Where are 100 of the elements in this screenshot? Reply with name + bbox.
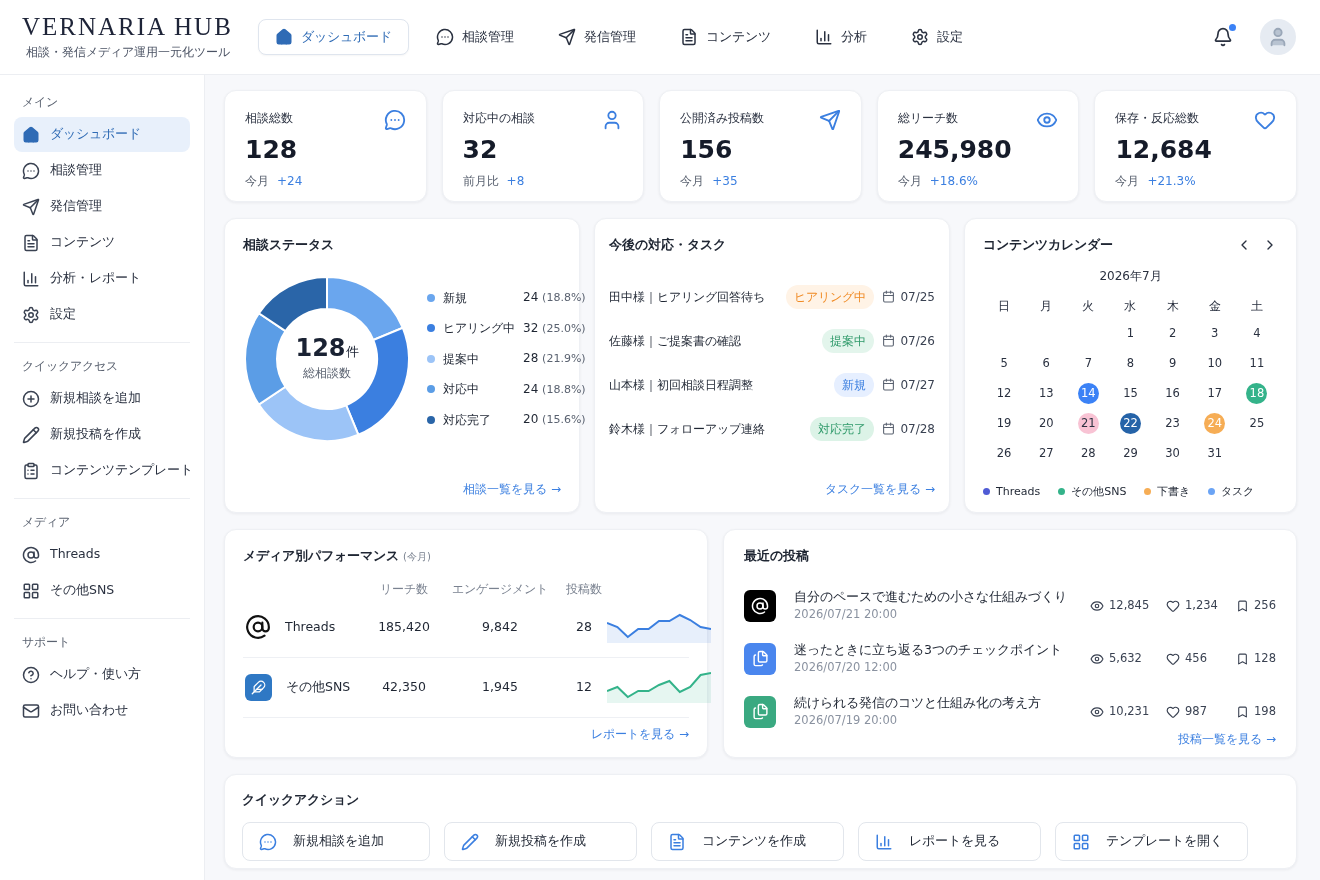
save-count: 198 [1254,702,1276,720]
view-all-link[interactable]: タスク一覧を見る → [825,480,935,498]
table-cell: 185,420 [378,618,430,634]
calendar-day[interactable]: 21 [1077,413,1099,434]
view-all-link[interactable]: レポートを見る → [591,725,689,743]
calendar-day[interactable]: 29 [1120,443,1141,464]
calendar-day[interactable]: 14 [1077,383,1099,404]
save-count: 256 [1254,596,1276,614]
sidebar-item[interactable]: 設定 [14,297,190,332]
post-title: 迷ったときに立ち返る3つのチェックポイント [794,640,1063,659]
sidebar-item[interactable]: その他SNS [14,573,190,608]
quick-action-button[interactable]: テンプレートを開く [1055,822,1248,861]
sidebar-item[interactable]: ダッシュボード [14,117,190,152]
stat-value: 12,684 [1115,137,1213,162]
like-count: 1,234 [1185,596,1218,614]
legend-label: 対応中 [443,381,480,398]
calendar-day[interactable]: 23 [1162,413,1184,434]
calendar-day[interactable]: 16 [1162,383,1184,404]
weekday-label: 火 [1082,297,1095,315]
calendar-day[interactable]: 10 [1204,353,1226,374]
sidebar-item[interactable]: ヘルプ・使い方 [14,657,190,692]
sidebar-item[interactable]: 発信管理 [14,189,190,224]
nav-tab[interactable]: 相談管理 [419,19,531,55]
calendar-day[interactable]: 7 [1077,353,1099,374]
nav-tab[interactable]: コンテンツ [663,19,788,55]
calendar-day[interactable]: 11 [1246,353,1268,374]
nav-tab[interactable]: 分析 [798,19,884,55]
total-count: 128件 [295,335,359,360]
nav-tab[interactable]: ダッシュボード [258,19,409,55]
stat-period: 今月 [680,173,705,190]
total-label: 総相談数 [303,364,351,382]
calendar-day[interactable]: 17 [1204,383,1226,404]
sidebar-item[interactable]: コンテンツテンプレート [14,453,190,488]
quick-action-button[interactable]: 新規投稿を作成 [444,822,637,861]
nav-tab[interactable]: 発信管理 [541,19,653,55]
calendar-day[interactable]: 15 [1120,383,1141,404]
calendar-day[interactable]: 3 [1204,323,1226,344]
sidebar-item[interactable]: 分析・レポート [14,261,190,296]
calendar-day[interactable]: 12 [993,383,1015,404]
stat-label: 相談総数 [245,110,293,127]
sidebar-item[interactable]: コンテンツ [14,225,190,260]
stat-value: 128 [245,137,299,162]
stat-delta: +8 [506,173,525,190]
section-heading: クイックアクセス [21,358,119,375]
card-title: メディア別パフォーマンス [243,547,399,565]
calendar-day[interactable]: 22 [1120,413,1141,434]
like-count: 987 [1185,702,1207,720]
calendar-day[interactable]: 19 [993,413,1015,434]
legend-label: 提案中 [443,350,480,368]
legend-label: 対応完了 [443,411,492,429]
status-badge: 新規 [834,372,875,397]
calendar-day[interactable]: 26 [993,443,1015,464]
quick-action-button[interactable]: レポートを見る [858,822,1041,861]
stat-value: 156 [680,137,734,162]
sidebar-item[interactable]: 新規投稿を作成 [14,417,190,452]
sidebar-item[interactable]: 相談管理 [14,153,190,188]
legend-value: 32 (25.0%) [523,319,586,337]
legend-label: タスク [1221,483,1255,500]
legend-value: 24 (18.8%) [523,289,586,307]
post-date: 2026/07/21 20:00 [794,606,899,624]
calendar-day[interactable]: 6 [1035,353,1057,374]
card-title: 今後の対応・タスク [609,236,727,254]
calendar-day[interactable]: 4 [1246,323,1268,344]
table-cell: 9,842 [482,618,518,634]
calendar-day[interactable]: 20 [1035,413,1057,434]
status-badge: ヒアリング中 [786,284,875,309]
media-name: その他SNS [286,677,351,696]
calendar-day[interactable]: 8 [1120,353,1141,374]
column-header: リーチ数 [380,581,428,596]
calendar-day[interactable]: 9 [1162,353,1184,374]
calendar-day[interactable]: 25 [1246,413,1268,434]
nav-tab[interactable]: 設定 [894,19,980,55]
legend-value: 20 (15.6%) [523,411,586,429]
calendar-day[interactable]: 28 [1077,443,1099,464]
sidebar-item[interactable]: 新規相談を追加 [14,381,190,416]
quick-action-button[interactable]: コンテンツを作成 [651,822,844,861]
calendar-day[interactable]: 31 [1204,443,1226,464]
calendar-day[interactable]: 13 [1035,383,1057,404]
quick-action-button[interactable]: 新規相談を追加 [242,822,430,861]
table-cell: 28 [576,618,592,634]
calendar-day[interactable]: 5 [993,353,1015,374]
sidebar-item[interactable]: Threads [14,537,190,572]
status-badge: 対応完了 [810,416,875,441]
view-all-link[interactable]: 投稿一覧を見る → [1178,729,1276,748]
calendar-day[interactable]: 2 [1162,323,1184,344]
like-count: 456 [1185,649,1207,667]
legend-value: 24 (18.8%) [523,380,586,398]
section-heading: サポート [21,634,71,651]
sidebar-item[interactable]: お問い合わせ [14,693,190,728]
calendar-day[interactable]: 27 [1035,443,1057,464]
section-heading: メイン [21,94,59,111]
calendar-day[interactable]: 30 [1162,443,1184,464]
weekday-label: 日 [998,297,1011,315]
task-date: 07/26 [900,332,935,350]
column-header: 投稿数 [566,581,602,596]
stat-period: 今月 [897,173,922,190]
legend-label: その他SNS [1071,483,1127,500]
stat-delta: +18.6% [929,173,978,190]
view-all-link[interactable]: 相談一覧を見る → [463,480,561,498]
calendar-day[interactable]: 1 [1120,323,1141,344]
